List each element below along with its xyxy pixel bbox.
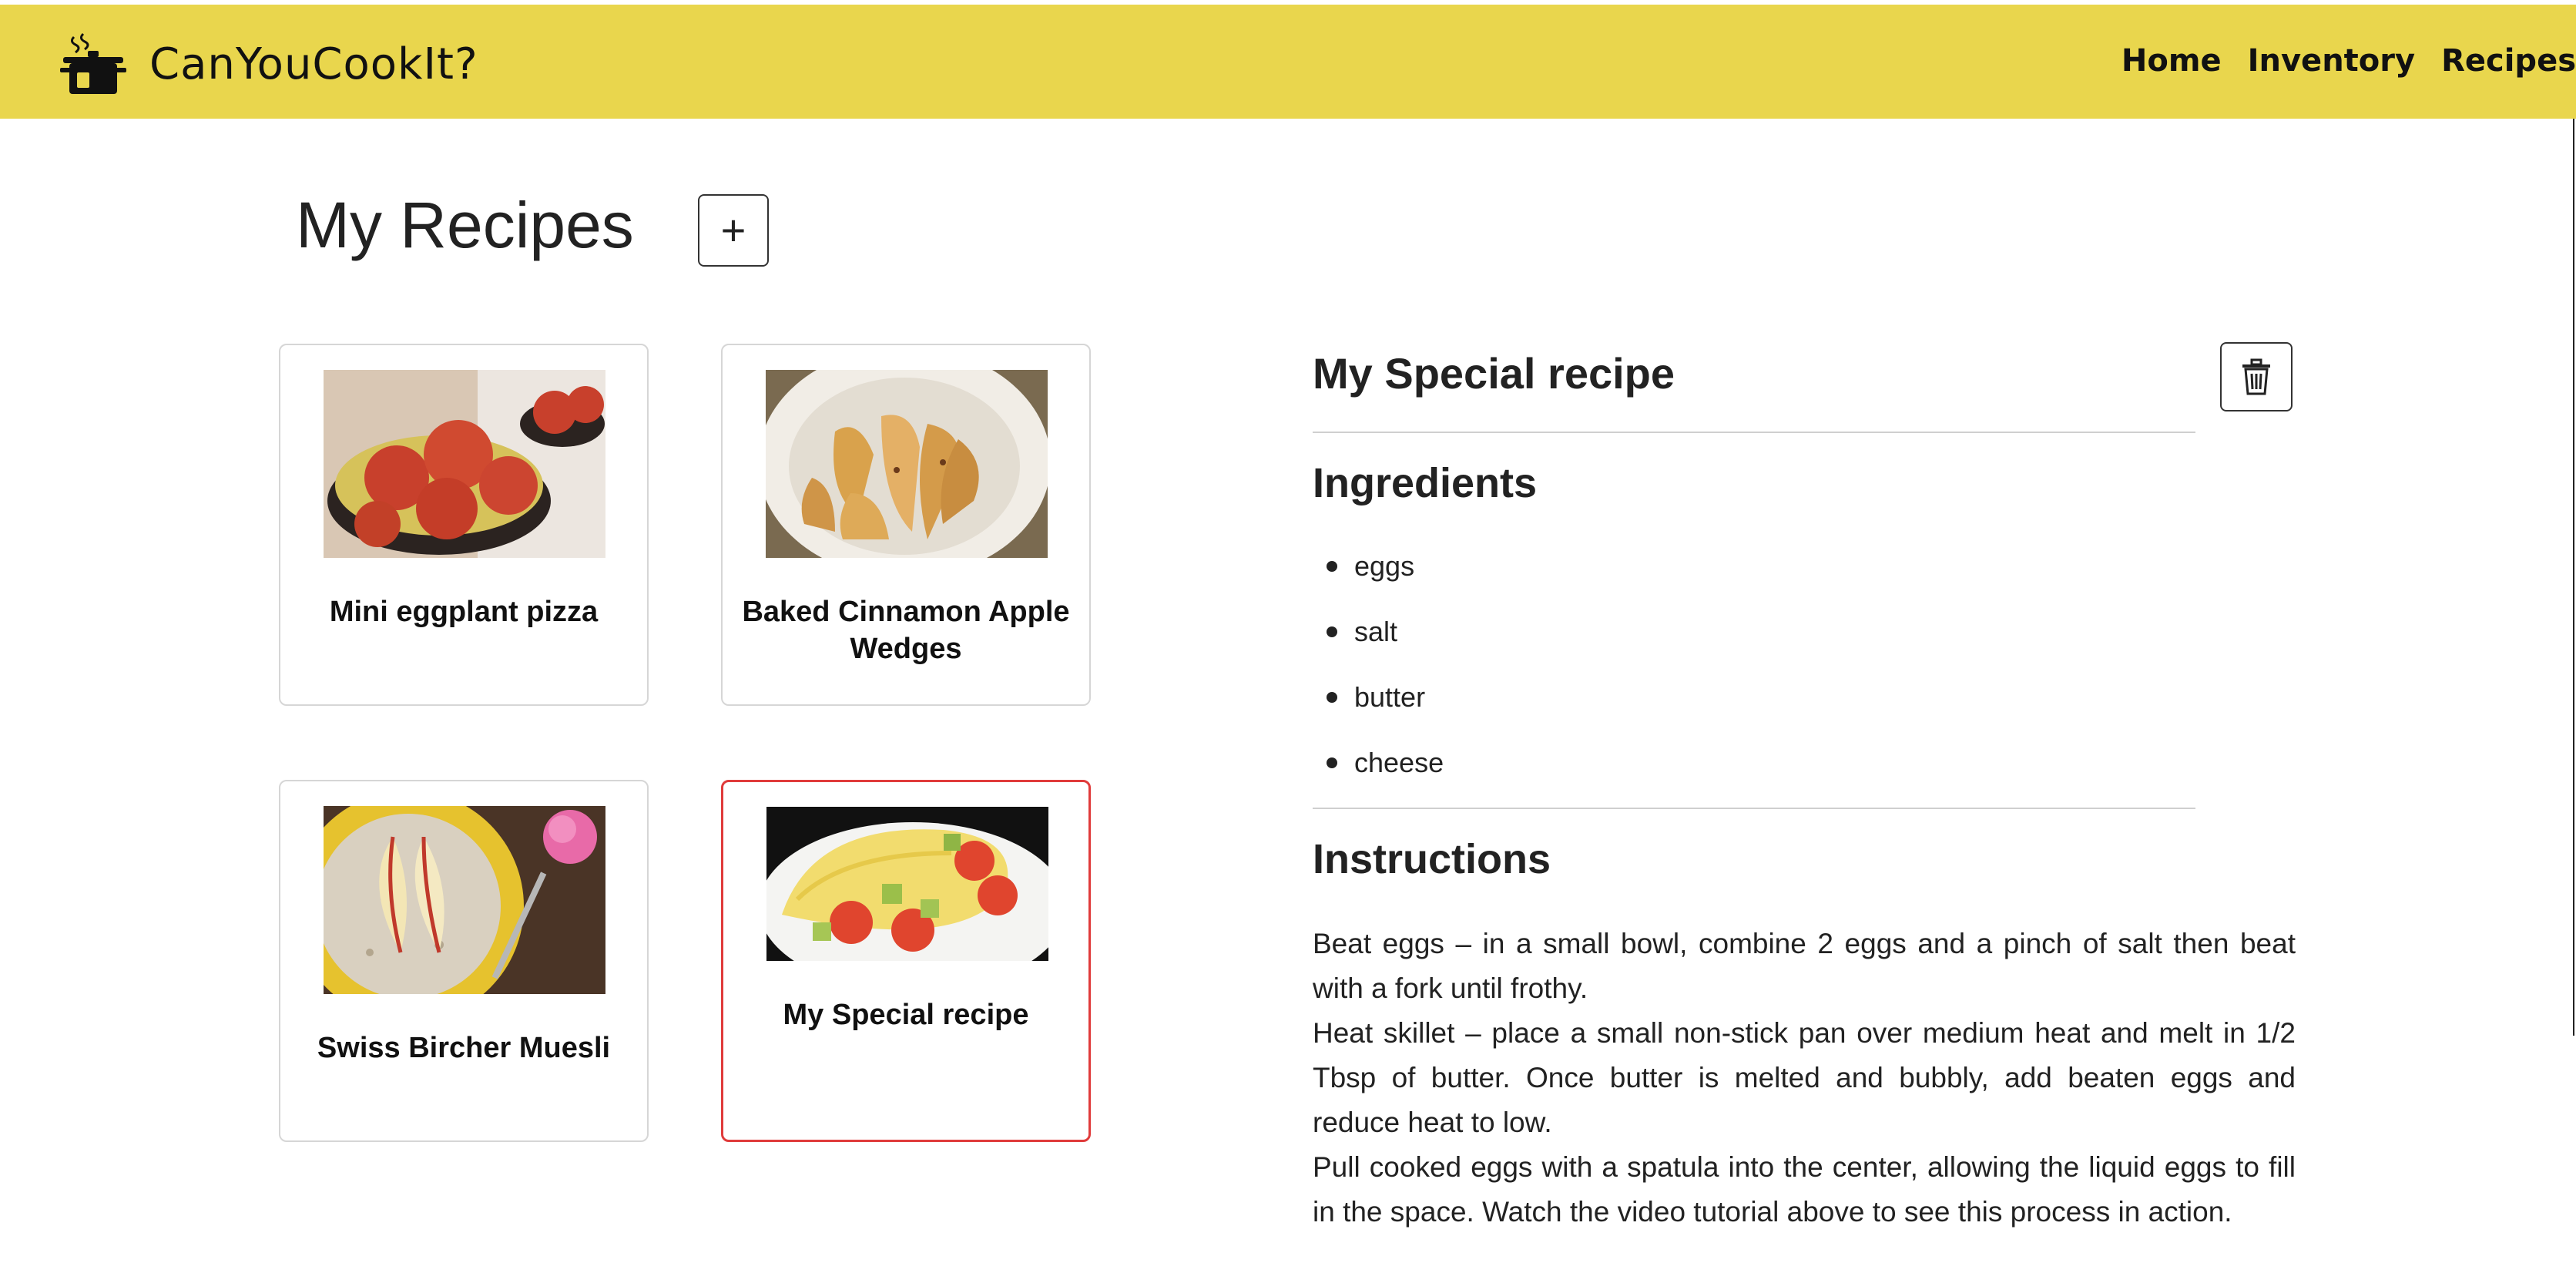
add-recipe-button[interactable]: + bbox=[698, 194, 769, 267]
nav-home[interactable]: Home bbox=[2122, 43, 2222, 79]
ingredient-item: cheese bbox=[1313, 736, 1444, 801]
instruction-step: Pull cooked eggs with a spatula into the… bbox=[1313, 1151, 2296, 1228]
ingredient-text: eggs bbox=[1354, 550, 1415, 582]
ingredient-text: butter bbox=[1354, 681, 1426, 713]
scrollbar-edge bbox=[2573, 119, 2574, 1036]
recipe-card-eggplant-pizza[interactable]: Mini eggplant pizza bbox=[279, 344, 649, 706]
nav-inventory[interactable]: Inventory bbox=[2248, 43, 2415, 79]
recipe-card-title: Baked Cinnamon Apple Wedges bbox=[742, 596, 1070, 665]
apple-wedges-photo bbox=[766, 370, 1048, 558]
delete-recipe-button[interactable] bbox=[2220, 342, 2293, 411]
recipe-card-title: My Special recipe bbox=[783, 999, 1029, 1031]
ingredient-text: cheese bbox=[1354, 747, 1444, 778]
recipe-card-title: Swiss Bircher Muesli bbox=[317, 1032, 611, 1064]
page-title: My Recipes bbox=[296, 189, 634, 261]
eggplant-pizza-photo bbox=[324, 370, 605, 558]
trash-icon bbox=[2242, 358, 2270, 395]
bullet-icon bbox=[1327, 757, 1337, 768]
recipe-detail-title: My Special recipe bbox=[1313, 349, 1675, 398]
ingredient-text: salt bbox=[1354, 616, 1398, 647]
ingredients-list: eggs salt butter cheese bbox=[1313, 539, 1444, 801]
recipe-card-apple-wedges[interactable]: Baked Cinnamon Apple Wedges bbox=[721, 344, 1091, 706]
ingredient-item: salt bbox=[1313, 605, 1444, 670]
top-navbar: CanYouCookIt? Home Inventory Recipes bbox=[0, 5, 2576, 119]
recipe-card-my-special-recipe[interactable]: My Special recipe bbox=[721, 780, 1091, 1142]
instruction-step: Beat eggs – in a small bowl, combine 2 e… bbox=[1313, 928, 2296, 1004]
muesli-photo bbox=[324, 806, 605, 994]
recipe-card-title: Mini eggplant pizza bbox=[329, 596, 599, 628]
ingredient-item: eggs bbox=[1313, 539, 1444, 605]
plus-icon: + bbox=[720, 206, 746, 254]
omelette-photo bbox=[766, 807, 1048, 961]
recipe-card-muesli[interactable]: Swiss Bircher Muesli bbox=[279, 780, 649, 1142]
divider bbox=[1313, 432, 2195, 433]
divider bbox=[1313, 808, 2195, 809]
instructions-heading: Instructions bbox=[1313, 836, 1551, 882]
instruction-step: Heat skillet – place a small non-stick p… bbox=[1313, 1017, 2296, 1138]
brand-link[interactable]: CanYouCookIt? bbox=[60, 31, 478, 97]
bullet-icon bbox=[1327, 626, 1337, 637]
ingredient-item: butter bbox=[1313, 670, 1444, 736]
cooking-pot-icon bbox=[60, 32, 126, 94]
nav-recipes[interactable]: Recipes bbox=[2441, 43, 2576, 79]
bullet-icon bbox=[1327, 692, 1337, 703]
main-nav: Home Inventory Recipes bbox=[2095, 43, 2576, 79]
brand-name: CanYouCookIt? bbox=[149, 39, 478, 89]
bullet-icon bbox=[1327, 561, 1337, 572]
instructions-text: Beat eggs – in a small bowl, combine 2 e… bbox=[1313, 922, 2296, 1234]
ingredients-heading: Ingredients bbox=[1313, 460, 1538, 506]
